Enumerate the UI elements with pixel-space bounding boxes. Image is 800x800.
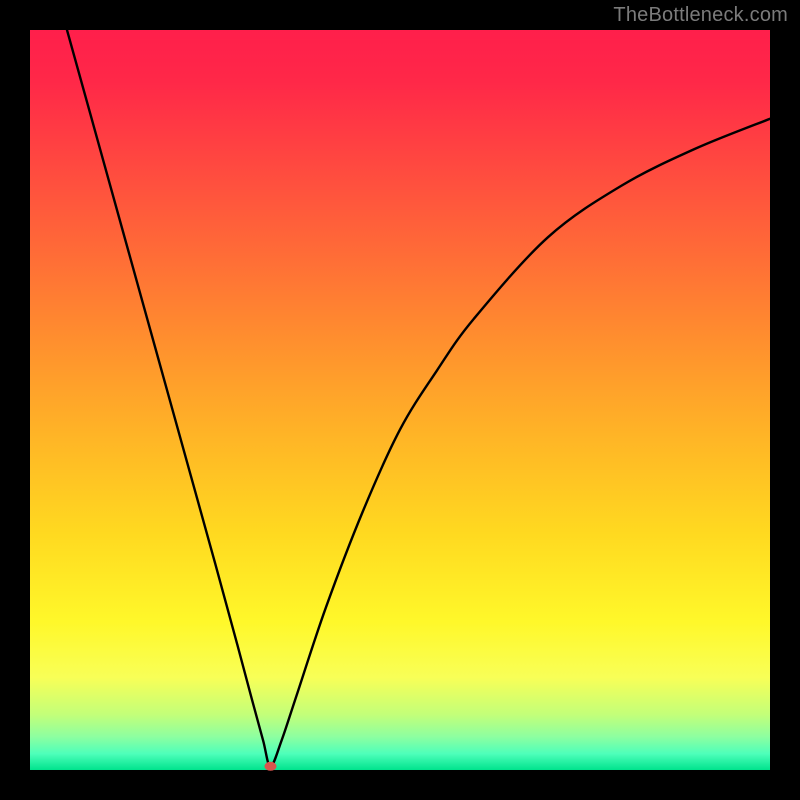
optimal-point-marker [265,762,277,771]
bottleneck-chart [0,0,800,800]
chart-container: TheBottleneck.com [0,0,800,800]
gradient-plot-area [30,30,770,770]
watermark-text: TheBottleneck.com [613,4,788,27]
